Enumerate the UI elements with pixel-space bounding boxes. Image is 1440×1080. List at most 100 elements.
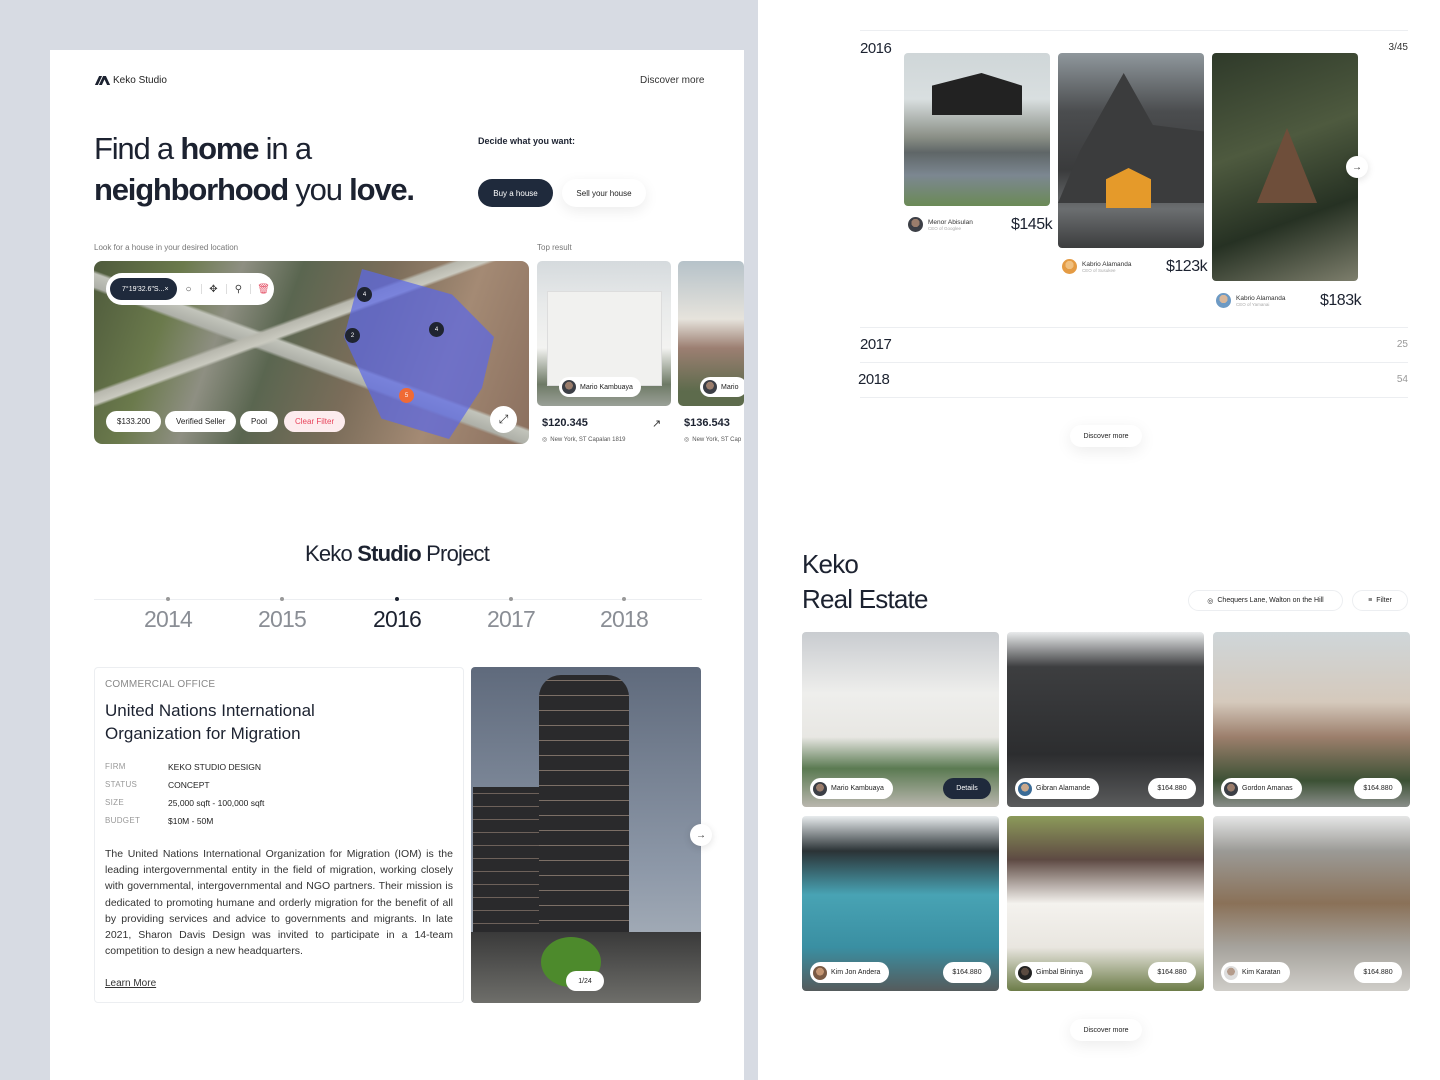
owner-name: Menor Abisulan xyxy=(928,218,973,226)
gallery-image[interactable] xyxy=(904,53,1050,206)
expand-map-button[interactable]: ⤢ xyxy=(490,406,517,433)
timeline-year[interactable]: 2015 xyxy=(242,606,322,633)
gallery-image[interactable] xyxy=(1212,53,1358,281)
search-icon[interactable]: ○ xyxy=(183,284,195,295)
divider xyxy=(860,30,1408,31)
listing-card[interactable]: Kim Jon Andera $164.880 xyxy=(802,816,999,991)
coordinate-value: 7°19'32.6"S... xyxy=(122,285,165,293)
clear-icon[interactable]: × xyxy=(164,286,168,293)
pin-icon[interactable]: ⚲ xyxy=(232,284,244,295)
project-name: United Nations International Organizatio… xyxy=(105,701,315,743)
gallery-discover-more-button[interactable]: Discover more xyxy=(1070,425,1142,447)
gallery-price: $123k xyxy=(1166,258,1208,275)
arrow-right-icon: → xyxy=(1352,161,1362,173)
gallery-year[interactable]: 2016 xyxy=(860,40,892,57)
agent-pill: Kim Jon Andera xyxy=(810,962,890,983)
listing-card[interactable]: Gibran Alamande $164.880 xyxy=(1007,632,1204,807)
filter-label: Filter xyxy=(1376,597,1392,604)
listing-card[interactable]: Gordon Amanas $164.880 xyxy=(1213,632,1410,807)
filter-chip-pool[interactable]: Pool xyxy=(240,411,279,432)
year-count: 54 xyxy=(1396,374,1408,385)
hero-text-bold: love. xyxy=(349,172,415,207)
year-row[interactable]: 2017 xyxy=(860,336,892,353)
timeline-year-active[interactable]: 2016 xyxy=(357,606,437,633)
filter-button[interactable]: ≡ Filter xyxy=(1352,590,1408,611)
agent-name: Mario Kambuaya xyxy=(580,383,633,391)
coordinate-search-input[interactable]: 7°19'32.6"S... × xyxy=(110,278,177,300)
discover-more-link[interactable]: Discover more xyxy=(640,75,704,86)
divider xyxy=(860,362,1408,363)
listing-card[interactable]: Kim Karatan $164.880 xyxy=(1213,816,1410,991)
timeline-dot[interactable] xyxy=(509,597,513,601)
decide-label: Decide what you want: xyxy=(478,136,576,146)
map-pin[interactable]: 2 xyxy=(345,328,360,343)
building-tower xyxy=(539,675,629,965)
trash-icon[interactable]: 🗑 xyxy=(257,284,270,295)
spec-value: KEKO STUDIO DESIGN xyxy=(168,762,262,772)
year-row[interactable]: 2018 xyxy=(858,371,890,388)
map-pin[interactable]: 4 xyxy=(357,287,372,302)
clear-filter-button[interactable]: Clear Filter xyxy=(284,411,346,432)
location-icon: ◎ xyxy=(684,437,690,443)
details-button[interactable]: Details xyxy=(943,778,991,799)
owner-info: Kabrio Alamanda CEO of Yamanai xyxy=(1216,293,1286,308)
location-selector[interactable]: ◎ Chequers Lane, Walton on the Hill xyxy=(1188,590,1343,611)
avatar xyxy=(908,217,923,232)
spec-value: CONCEPT xyxy=(168,780,210,790)
agent-pill: Mario Kambuaya xyxy=(810,778,893,799)
agent-name: Kim Jon Andera xyxy=(831,969,881,976)
agent-name: Gibran Alamande xyxy=(1036,785,1091,792)
listings-discover-more-button[interactable]: Discover more xyxy=(1070,1019,1142,1041)
map-pin-highlighted[interactable]: 5 xyxy=(399,388,414,403)
gallery-image[interactable] xyxy=(1058,53,1204,248)
listing-card[interactable]: Mario Kambuaya Details xyxy=(802,632,999,807)
owner-info: Kabrio Alamanda CEO of Susukee xyxy=(1062,259,1132,274)
result-price: $120.345 xyxy=(542,417,588,429)
next-image-button[interactable]: → xyxy=(690,824,712,846)
title-text-bold: Studio xyxy=(357,541,421,566)
image-counter: 1/24 xyxy=(566,971,604,991)
address-text: New York, ST Capalan 1819 xyxy=(550,436,626,443)
filter-chip-verified-seller[interactable]: Verified Seller xyxy=(165,411,237,432)
location-icon: ◎ xyxy=(1207,597,1214,605)
timeline-dot[interactable] xyxy=(166,597,170,601)
listing-price: $164.880 xyxy=(943,962,991,983)
result-price: $136.543 xyxy=(684,417,730,429)
timeline-dot[interactable] xyxy=(622,597,626,601)
gallery-next-button[interactable]: → xyxy=(1346,156,1368,178)
sell-house-button[interactable]: Sell your house xyxy=(562,179,646,207)
brand-logo[interactable]: Keko Studio xyxy=(94,75,167,86)
location-text: Chequers Lane, Walton on the Hill xyxy=(1217,597,1324,604)
avatar xyxy=(1224,781,1238,796)
timeline-year[interactable]: 2018 xyxy=(584,606,664,633)
learn-more-link[interactable]: Learn More xyxy=(105,978,156,989)
spec-label: SIZE xyxy=(105,798,124,807)
project-image[interactable] xyxy=(471,667,701,1003)
result-card-image[interactable]: Mario xyxy=(678,261,744,406)
gallery-page: 3/45 xyxy=(1388,42,1408,53)
agent-name: Mario xyxy=(721,383,739,391)
title-text: Project xyxy=(420,541,490,566)
timeline-dot[interactable] xyxy=(280,597,284,601)
avatar xyxy=(813,781,827,796)
spec-value: $10M - 50M xyxy=(168,816,214,826)
filter-chip-price[interactable]: $133.200 xyxy=(106,411,162,432)
timeline-year[interactable]: 2014 xyxy=(128,606,208,633)
listing-price: $164.880 xyxy=(1148,778,1196,799)
real-estate-title: Keko Real Estate xyxy=(802,547,928,617)
buy-house-button[interactable]: Buy a house xyxy=(478,179,553,207)
map-pin[interactable]: 4 xyxy=(429,322,444,337)
result-card-image[interactable]: Mario Kambuaya xyxy=(537,261,671,406)
listing-card[interactable]: Gimbal Bininya $164.880 xyxy=(1007,816,1204,991)
hero-heading: Find a home in a neighborhood you love. xyxy=(94,128,415,210)
hero-text: you xyxy=(287,172,350,207)
timeline-year[interactable]: 2017 xyxy=(471,606,551,633)
location-icon: ◎ xyxy=(542,437,548,443)
timeline-dot-active[interactable] xyxy=(395,597,399,601)
move-icon[interactable]: ✥ xyxy=(207,284,219,295)
avatar xyxy=(1018,965,1032,980)
divider xyxy=(250,284,252,294)
divider xyxy=(225,284,227,294)
filter-icon: ≡ xyxy=(1368,597,1373,604)
arrow-up-right-icon[interactable]: ↗ xyxy=(652,417,661,430)
